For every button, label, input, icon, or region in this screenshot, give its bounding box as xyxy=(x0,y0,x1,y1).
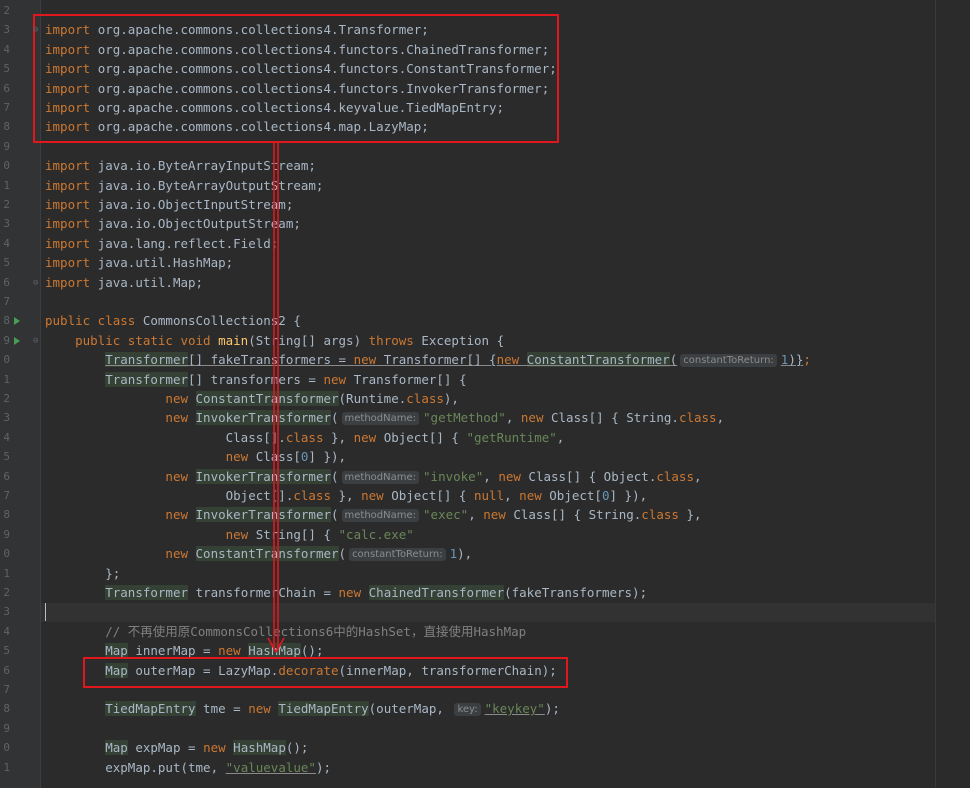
fold-marker-icon[interactable]: ⊖ xyxy=(33,25,41,35)
run-gutter-icon[interactable] xyxy=(14,336,20,345)
annotation-arrow xyxy=(267,142,285,654)
fold-marker-icon[interactable]: ⊖ xyxy=(33,278,41,288)
fold-marker-icon[interactable]: ⊖ xyxy=(33,336,41,346)
run-gutter-icon[interactable] xyxy=(14,317,20,326)
